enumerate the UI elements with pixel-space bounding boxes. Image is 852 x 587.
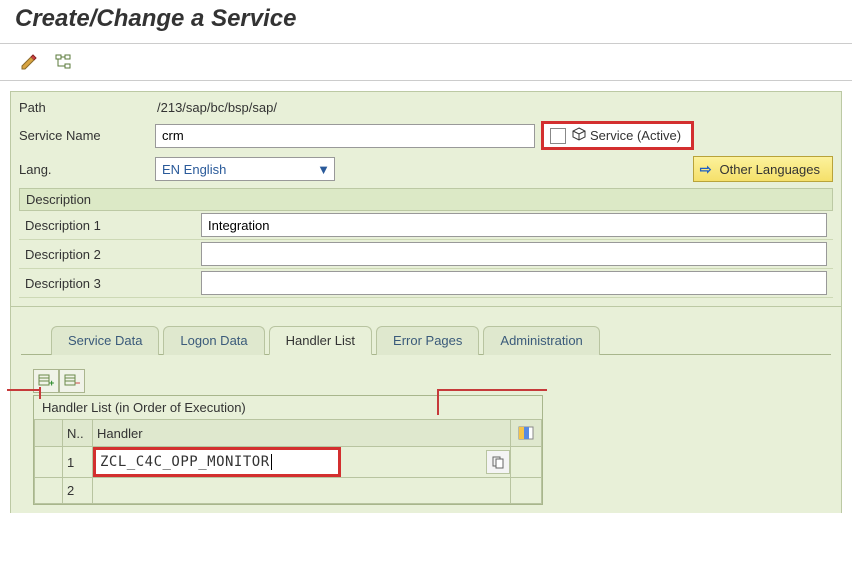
- form-area: Path /213/sap/bc/bsp/sap/ Service Name S…: [10, 91, 842, 307]
- col-config-header[interactable]: [511, 420, 542, 447]
- desc2-label: Description 2: [25, 247, 201, 262]
- lang-selected-value: EN English: [162, 162, 226, 177]
- description-section: Description Description 1 Description 2 …: [19, 188, 833, 298]
- page-title: Create/Change a Service: [0, 0, 852, 44]
- handler-input-row2[interactable]: [93, 478, 511, 504]
- tree-icon[interactable]: [49, 49, 77, 75]
- tab-service-data[interactable]: Service Data: [51, 326, 159, 355]
- chevron-down-icon: ▼: [317, 162, 330, 177]
- service-name-input[interactable]: [155, 124, 535, 148]
- path-label: Path: [19, 100, 149, 115]
- arrow-right-icon: ⇨: [700, 161, 712, 178]
- tab-content: + − Handler List (in Order of Execution)…: [21, 355, 831, 513]
- row1-num: 1: [63, 447, 93, 478]
- col-num-header[interactable]: N..: [63, 420, 93, 447]
- lang-label: Lang.: [19, 162, 149, 177]
- svg-text:−: −: [75, 378, 80, 388]
- cube-icon: [570, 126, 588, 145]
- desc2-input[interactable]: [201, 242, 827, 266]
- tab-administration[interactable]: Administration: [483, 326, 599, 355]
- desc1-input[interactable]: [201, 213, 827, 237]
- app-toolbar: [0, 44, 852, 81]
- delete-row-button[interactable]: −: [59, 369, 85, 393]
- table-row[interactable]: 1 ZCL_C4C_OPP_MONITOR: [35, 447, 542, 478]
- status-checkbox[interactable]: [550, 128, 566, 144]
- table-toolbar: + −: [33, 369, 827, 393]
- table-row[interactable]: 2: [35, 478, 542, 504]
- desc3-input[interactable]: [201, 271, 827, 295]
- table-settings-icon[interactable]: [515, 422, 537, 444]
- grid-title: Handler List (in Order of Execution): [34, 396, 542, 419]
- other-languages-button[interactable]: ⇨ Other Languages: [693, 156, 833, 182]
- service-status-badge: Service (Active): [541, 121, 694, 150]
- lang-select[interactable]: EN English ▼: [155, 157, 335, 181]
- handler-list-grid: Handler List (in Order of Execution) N..…: [33, 395, 543, 505]
- desc3-label: Description 3: [25, 276, 201, 291]
- svg-text:+: +: [49, 378, 54, 388]
- tab-area: Service Data Logon Data Handler List Err…: [10, 307, 842, 513]
- description-header: Description: [19, 188, 833, 211]
- status-text: Service (Active): [588, 126, 689, 145]
- col-select-all[interactable]: [35, 420, 63, 447]
- tab-strip: Service Data Logon Data Handler List Err…: [21, 325, 831, 355]
- tab-logon-data[interactable]: Logon Data: [163, 326, 264, 355]
- handler-table: N.. Handler 1 ZCL_C4C_OPP_MONITOR: [34, 419, 542, 504]
- other-langs-label: Other Languages: [720, 162, 820, 177]
- path-value: /213/sap/bc/bsp/sap/: [155, 100, 277, 115]
- service-name-label: Service Name: [19, 128, 149, 143]
- handler-input-row1[interactable]: ZCL_C4C_OPP_MONITOR: [93, 447, 341, 477]
- value-help-icon[interactable]: [486, 450, 510, 474]
- toggle-change-icon[interactable]: [15, 49, 43, 75]
- tab-error-pages[interactable]: Error Pages: [376, 326, 479, 355]
- col-handler-header[interactable]: Handler: [93, 420, 511, 447]
- desc1-label: Description 1: [25, 218, 201, 233]
- tab-handler-list[interactable]: Handler List: [269, 326, 372, 355]
- row2-num: 2: [63, 478, 93, 504]
